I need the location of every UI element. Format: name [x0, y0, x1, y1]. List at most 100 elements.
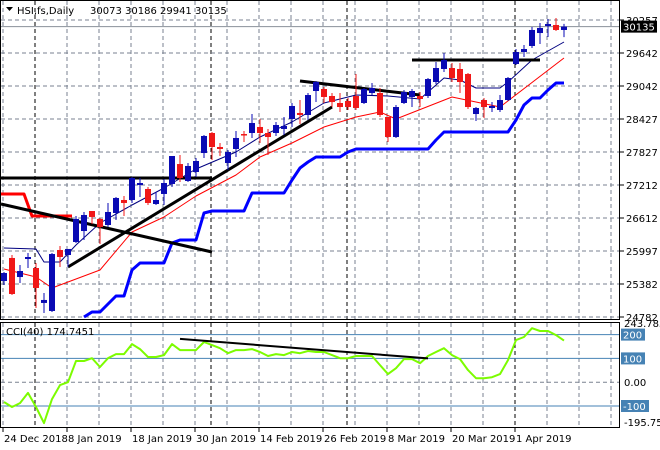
bull-candle-body	[49, 254, 55, 311]
bull-candle-body	[113, 197, 119, 214]
price-tick-label: 29042	[626, 82, 658, 93]
bear-candle-body	[385, 116, 391, 138]
bull-candle-body	[393, 107, 399, 138]
trendline[interactable]	[67, 105, 333, 269]
bull-candle-body	[441, 59, 447, 69]
ohlc-label: 30073 30186 29941 30135	[90, 6, 227, 17]
candles	[1, 17, 567, 313]
bull-candle-body	[361, 89, 367, 103]
date-tick-label: 1 Apr 2019	[516, 434, 571, 445]
symbol-label: HSI,fs,Daily	[17, 6, 74, 17]
bear-candle-body	[553, 24, 559, 30]
bear-candle-body	[449, 68, 455, 78]
bull-candle-body	[273, 125, 279, 133]
bull-candle-body	[65, 248, 71, 255]
bull-candle-body	[185, 165, 191, 182]
trendlines[interactable]	[0, 58, 540, 269]
bull-candle-body	[497, 100, 503, 110]
bull-candle-body	[233, 137, 239, 149]
price-tick-label: 27212	[626, 181, 658, 192]
bull-candle-body	[433, 68, 439, 83]
bull-candle-body	[537, 27, 543, 34]
bull-candle-body	[1, 273, 7, 281]
bear-candle-body	[257, 126, 263, 133]
bear-candle-body	[297, 112, 303, 115]
bull-candle-body	[305, 95, 311, 115]
bull-candle-body	[529, 29, 535, 46]
bear-candle-body	[89, 211, 95, 217]
date-tick-label: 26 Feb 2019	[324, 434, 386, 445]
bear-candle-body	[9, 257, 15, 294]
bull-candle-body	[513, 52, 519, 64]
bear-candle-body	[481, 100, 487, 108]
bull-candle-body	[137, 183, 143, 186]
axes: 3025729642290422842727827272122661225997…	[2, 16, 658, 445]
bull-candle-body	[545, 24, 551, 27]
bull-candle-body	[81, 215, 87, 232]
cci-panel: 200100-100243.78560.00-195.757	[1, 319, 660, 429]
bull-candle-body	[129, 178, 135, 200]
price-tick-label: 25997	[626, 247, 658, 258]
bear-candle-body	[377, 93, 383, 115]
bear-candle-body	[145, 188, 151, 203]
date-tick-label: 8 Mar 2019	[388, 434, 445, 445]
cci-panel-frame	[0, 322, 620, 428]
bear-candle-body	[417, 95, 423, 99]
cci-level-label: 100	[623, 354, 642, 365]
triangle-down-icon[interactable]	[6, 7, 13, 11]
date-tick-label: 8 Jan 2019	[68, 434, 122, 445]
bull-candle-body	[281, 125, 287, 129]
bear-candle-body	[241, 134, 247, 136]
bull-candle-body	[201, 135, 207, 154]
date-tick-label: 20 Mar 2019	[452, 434, 515, 445]
bull-candle-body	[41, 299, 47, 303]
bull-candle-body	[25, 257, 31, 260]
bull-candle-body	[17, 270, 23, 278]
bear-candle-body	[321, 89, 327, 97]
bull-candle-body	[153, 199, 159, 205]
bear-candle-body	[217, 146, 223, 149]
bull-candle-body	[225, 151, 231, 163]
bear-candle-body	[97, 218, 103, 228]
bear-candle-body	[121, 199, 127, 203]
bear-candle-body	[177, 164, 183, 179]
cci-scale-label: -195.757	[624, 418, 660, 429]
cci-level-label: -100	[623, 402, 646, 413]
date-tick-label: 14 Feb 2019	[260, 434, 322, 445]
price-tick-label: 26612	[626, 214, 658, 225]
bull-candle-body	[369, 87, 375, 94]
bull-candle-body	[73, 218, 79, 242]
cci-line	[3, 327, 565, 425]
bear-candle-body	[337, 102, 343, 108]
price-tick-label: 29642	[626, 49, 658, 60]
cci-trendline	[179, 337, 429, 360]
bull-candle-body	[473, 107, 479, 115]
bear-candle-body	[329, 95, 335, 103]
bear-candle-body	[345, 100, 351, 108]
bull-candle-body	[505, 77, 511, 101]
price-tick-label: 24782	[626, 313, 658, 324]
bear-candle-body	[265, 132, 271, 138]
bull-candle-body	[105, 211, 111, 225]
bear-candle-body	[33, 268, 39, 288]
date-tick-label: 30 Jan 2019	[196, 434, 256, 445]
bull-candle-body	[561, 26, 567, 30]
bull-candle-body	[425, 79, 431, 96]
price-tick-label: 27827	[626, 148, 658, 159]
bear-candle-body	[353, 95, 359, 108]
bull-candle-body	[169, 155, 175, 184]
bull-candle-body	[249, 123, 255, 133]
current-price-label: 30135	[623, 23, 655, 34]
bear-candle-body	[57, 250, 63, 258]
price-tick-label: 28427	[626, 115, 658, 126]
price-chart[interactable]: 200100-100243.78560.00-195.757 302572964…	[0, 0, 660, 450]
bull-candle-body	[289, 105, 295, 119]
cci-level-label: 200	[623, 331, 642, 342]
bull-candle-body	[409, 91, 415, 97]
bull-candle-body	[489, 105, 495, 108]
cci-label: CCI(40) 174.7451	[6, 327, 94, 338]
bear-candle-body	[209, 132, 215, 147]
bull-candle-body	[313, 82, 319, 92]
date-tick-label: 24 Dec 2018	[4, 434, 68, 445]
bear-candle-body	[457, 68, 463, 83]
